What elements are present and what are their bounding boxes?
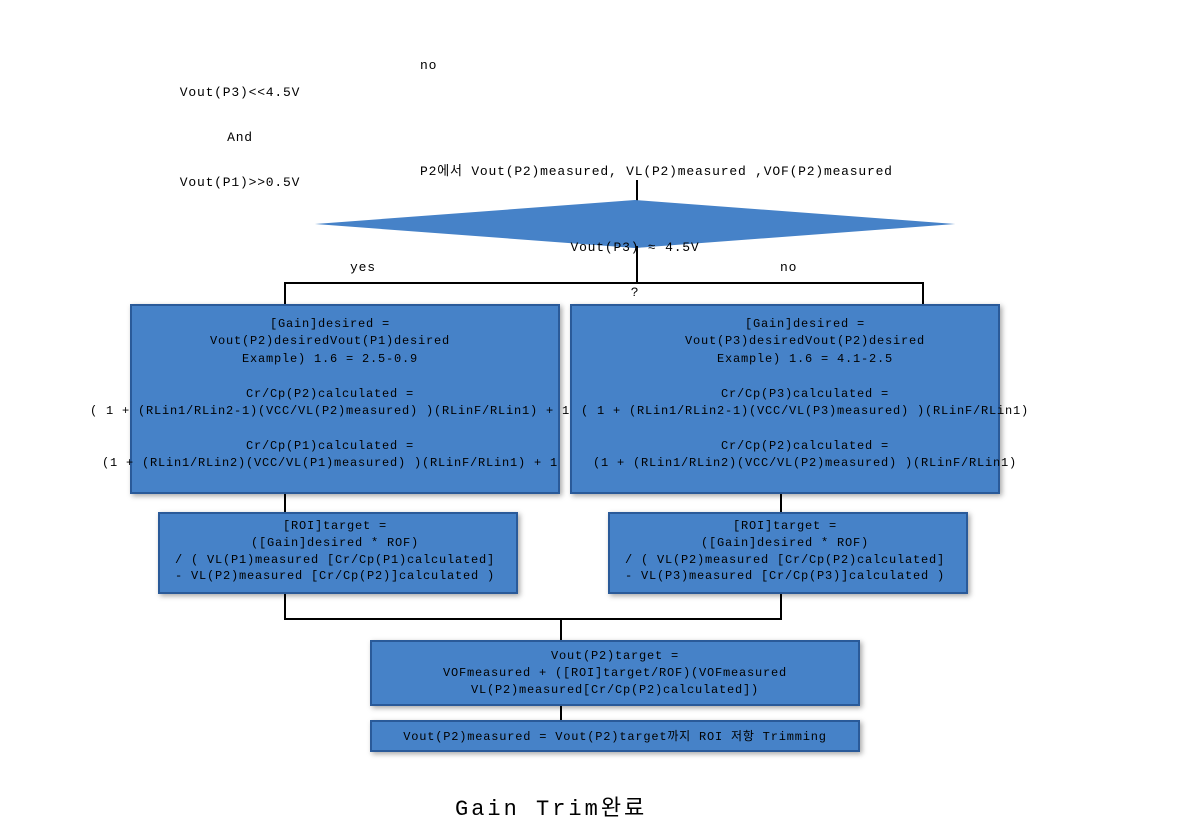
connector-left-gain-roi xyxy=(284,494,286,512)
connector-merge-h xyxy=(284,618,782,620)
connector-right-gain-roi xyxy=(780,494,782,512)
trim-text: Vout(P2)measured = Vout(P2)target까지 ROI … xyxy=(360,727,870,744)
connector-decision-center xyxy=(636,246,638,282)
connector-left-down xyxy=(284,282,286,304)
top-no-label: no xyxy=(420,58,437,73)
right-roi-text: [ROI]target = ([Gain]desired * ROF) / ( … xyxy=(590,518,980,585)
left-gain-text: [Gain]desired = Vout(P2)desiredVout(P1)d… xyxy=(80,316,580,473)
connector-merge-down xyxy=(560,618,562,640)
decision-text: Vout(P3) ≈ 4.5V ? xyxy=(520,210,750,315)
top-condition-line1: Vout(P3)<<4.5V xyxy=(140,85,340,100)
connector-target-trim xyxy=(560,706,562,720)
connector-right-down xyxy=(922,282,924,304)
connector-left-roi-down xyxy=(284,594,286,618)
top-condition-line2: And xyxy=(140,130,340,145)
page-title: Gain Trim완료 xyxy=(455,790,647,822)
measure-row: P2에서 Vout(P2)measured, VL(P2)measured ,V… xyxy=(420,160,893,179)
connector-decision-split xyxy=(284,282,924,284)
top-condition-line3: Vout(P1)>>0.5V xyxy=(140,175,340,190)
target-text: Vout(P2)target = VOFmeasured + ([ROI]tar… xyxy=(360,648,870,698)
yes-label: yes xyxy=(350,260,376,275)
connector-right-roi-down xyxy=(780,594,782,618)
left-roi-text: [ROI]target = ([Gain]desired * ROF) / ( … xyxy=(140,518,530,585)
top-condition: Vout(P3)<<4.5V And Vout(P1)>>0.5V xyxy=(140,55,340,205)
no-label: no xyxy=(780,260,797,275)
right-gain-text: [Gain]desired = Vout(P3)desiredVout(P2)d… xyxy=(555,316,1055,473)
decision-line2: ? xyxy=(520,285,750,300)
decision-line1: Vout(P3) ≈ 4.5V xyxy=(520,240,750,255)
